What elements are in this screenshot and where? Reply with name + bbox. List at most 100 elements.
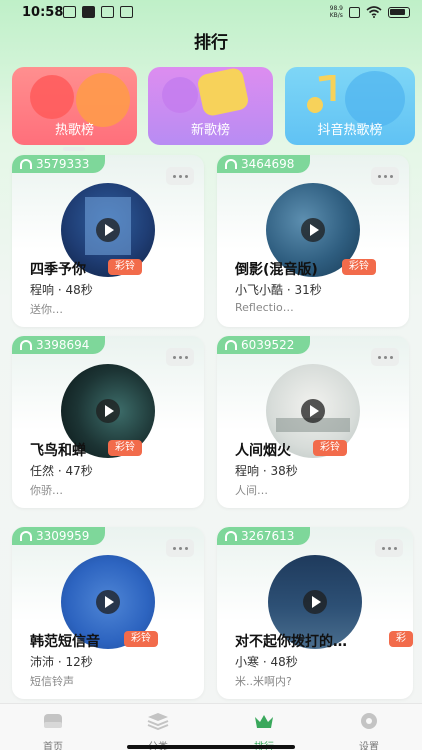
gear-icon	[361, 713, 377, 729]
song-desc: 送你…	[30, 303, 63, 316]
song-title: 人间烟火	[235, 443, 291, 459]
ringtone-badge[interactable]: 彩铃	[108, 440, 142, 456]
play-icon[interactable]	[303, 590, 327, 614]
song-duration: 47秒	[65, 464, 93, 478]
play-icon[interactable]	[301, 218, 325, 242]
more-button[interactable]	[375, 539, 403, 557]
meta-separator: ·	[262, 655, 267, 669]
play-count: 3309959	[36, 529, 90, 543]
category-hot-songs[interactable]: 热歌榜	[12, 67, 137, 145]
category-new-songs[interactable]: 新歌榜	[148, 67, 273, 145]
crown-icon	[255, 715, 273, 728]
play-icon[interactable]	[96, 399, 120, 423]
song-artist: 程响	[30, 283, 55, 297]
song-card[interactable]: 3579333 四季予你 彩铃 程响 · 48秒 送你…	[12, 155, 204, 327]
network-speed: 98.9 KB/s	[330, 5, 343, 19]
song-meta: 程响 · 38秒	[235, 462, 298, 479]
song-artist: 任然	[30, 464, 55, 478]
ringtone-badge[interactable]: 彩铃	[313, 440, 347, 456]
play-count-badge: 3579333	[12, 155, 106, 173]
more-button[interactable]	[166, 167, 194, 185]
status-time: 10:58	[22, 5, 64, 20]
status-bar: 10:58 98.9 KB/s	[0, 0, 422, 26]
sim-icon	[349, 6, 360, 18]
headphone-icon	[20, 340, 32, 350]
layers-icon	[147, 713, 169, 731]
active-category-indicator	[63, 147, 85, 151]
play-count-badge: 6039522	[217, 336, 311, 354]
flame-icon	[30, 75, 74, 119]
song-desc: Reflectio…	[235, 301, 294, 314]
headphone-icon	[225, 531, 237, 541]
category-label: 新歌榜	[190, 123, 230, 138]
song-card[interactable]: 3309959 韩范短信音 彩铃 沛沛 · 12秒 短信铃声	[12, 527, 204, 699]
headphone-icon	[225, 340, 237, 350]
category-label: 抖音热歌榜	[317, 123, 383, 138]
new-tag-icon	[196, 67, 250, 118]
music-note-icon	[162, 77, 198, 113]
message-icon	[63, 6, 76, 18]
more-button[interactable]	[371, 348, 399, 366]
play-count: 3464698	[241, 157, 295, 171]
meta-separator: ·	[57, 283, 62, 297]
meta-separator: ·	[57, 464, 62, 478]
camera-icon	[101, 6, 114, 18]
ringtone-badge[interactable]: 彩铃	[108, 259, 142, 275]
song-desc: 人间…	[235, 484, 268, 497]
page-title: 排行	[194, 33, 228, 53]
play-icon[interactable]	[96, 218, 120, 242]
play-count: 3579333	[36, 157, 90, 171]
song-card[interactable]: 6039522 人间烟火 彩铃 程响 · 38秒 人间…	[217, 336, 409, 508]
song-artist: 小寒	[235, 655, 260, 669]
link-icon	[120, 6, 133, 18]
song-artist: 程响	[235, 464, 260, 478]
song-artist: 小飞小酷	[235, 283, 284, 297]
wifi-icon	[366, 6, 382, 18]
category-douyin-hot[interactable]: 抖音热歌榜	[285, 67, 415, 145]
play-count-badge: 3267613	[217, 527, 311, 545]
song-title: 四季予你	[30, 262, 86, 278]
more-button[interactable]	[166, 348, 194, 366]
song-card[interactable]: 3398694 飞鸟和蝉 彩铃 任然 · 47秒 你骄…	[12, 336, 204, 508]
play-count-badge: 3464698	[217, 155, 311, 173]
song-title: 韩范短信音	[30, 634, 100, 650]
app-notification-icon	[82, 6, 95, 18]
bottom-nav: 首页 分类 排行 设置	[0, 703, 422, 750]
play-count: 3267613	[241, 529, 295, 543]
play-icon[interactable]	[96, 590, 120, 614]
nav-home[interactable]: 首页	[23, 712, 83, 750]
song-duration: 12秒	[65, 655, 93, 669]
song-card[interactable]: 3464698 倒影(混音版) 彩铃 小飞小酷 · 31秒 Reflectio…	[217, 155, 409, 327]
play-count: 6039522	[241, 338, 295, 352]
more-button[interactable]	[166, 539, 194, 557]
ringtone-badge[interactable]: 彩铃	[389, 631, 413, 660]
ringtone-badge[interactable]: 彩铃	[124, 631, 158, 647]
music-note-icon	[307, 75, 336, 113]
song-meta: 小寒 · 48秒	[235, 653, 298, 670]
song-desc: 你骄…	[30, 484, 63, 497]
play-count: 3398694	[36, 338, 90, 352]
song-meta: 沛沛 · 12秒	[30, 653, 93, 670]
ringtone-badge[interactable]: 彩铃	[342, 259, 376, 275]
nav-settings[interactable]: 设置	[339, 712, 399, 750]
speed-value: 98.9	[329, 5, 343, 12]
song-desc: 米..米啊内?	[235, 675, 292, 688]
play-count-badge: 3398694	[12, 336, 106, 354]
more-button[interactable]	[371, 167, 399, 185]
play-icon[interactable]	[301, 399, 325, 423]
notification-icons	[63, 6, 133, 18]
song-duration: 48秒	[65, 283, 93, 297]
song-title: 倒影(混音版)	[235, 262, 318, 278]
headphone-icon	[20, 531, 32, 541]
song-duration: 38秒	[270, 464, 298, 478]
status-right: 98.9 KB/s	[330, 5, 410, 19]
home-indicator[interactable]	[127, 745, 295, 749]
meta-separator: ·	[286, 283, 291, 297]
meta-separator: ·	[57, 655, 62, 669]
song-artist: 沛沛	[30, 655, 55, 669]
battery-icon	[388, 6, 410, 18]
speed-unit: KB/s	[329, 12, 343, 19]
song-card[interactable]: 3267613 对不起你拨打的… 彩铃 小寒 · 48秒 米..米啊内?	[217, 527, 413, 699]
song-meta: 程响 · 48秒	[30, 281, 93, 298]
category-label: 热歌榜	[54, 123, 94, 138]
